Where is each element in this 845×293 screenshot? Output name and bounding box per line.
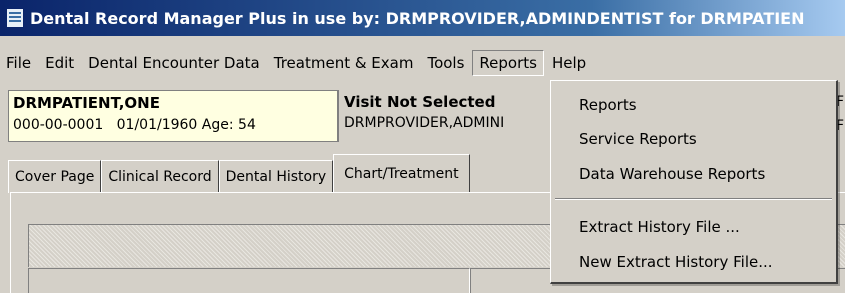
tab-chart-treatment[interactable]: Chart/Treatment: [333, 154, 470, 193]
tab-clinical-record[interactable]: Clinical Record: [101, 160, 219, 193]
menu-reports[interactable]: Reports: [472, 50, 544, 76]
visit-info-panel[interactable]: Visit Not Selected DRMPROVIDER,ADMINI: [344, 93, 504, 131]
patient-age-label: Age:: [201, 117, 234, 133]
menu-file[interactable]: File: [0, 50, 37, 76]
menu-bar: File Edit Dental Encounter Data Treatmen…: [0, 48, 845, 78]
menu-edit[interactable]: Edit: [39, 50, 80, 76]
patient-info-panel[interactable]: DRMPATIENT,ONE 000-00-0001 01/01/1960 Ag…: [8, 90, 338, 142]
menu-help[interactable]: Help: [546, 50, 592, 76]
tab-dental-history[interactable]: Dental History: [218, 160, 334, 193]
visit-status: Visit Not Selected: [344, 93, 496, 111]
patient-details: 000-00-0001 01/01/1960 Age: 54: [13, 117, 256, 133]
patient-dob: 01/01/1960: [116, 117, 198, 133]
menu-dental-encounter-data[interactable]: Dental Encounter Data: [82, 50, 266, 76]
menu-item-service-reports[interactable]: Service Reports: [579, 130, 697, 148]
menu-item-extract-history-file[interactable]: Extract History File ...: [579, 218, 740, 236]
menu-treatment-exam[interactable]: Treatment & Exam: [268, 50, 420, 76]
menu-item-reports[interactable]: Reports: [579, 96, 637, 114]
menu-tools[interactable]: Tools: [421, 50, 470, 76]
reports-dropdown-menu: Reports Service Reports Data Warehouse R…: [550, 80, 838, 284]
patient-ssn: 000-00-0001: [13, 117, 104, 133]
patient-name: DRMPATIENT,ONE: [13, 94, 160, 112]
panel-divider: [338, 90, 339, 142]
window-title: Dental Record Manager Plus in use by: DR…: [30, 8, 805, 28]
menu-item-new-extract-history-file[interactable]: New Extract History File...: [579, 253, 773, 271]
menu-item-data-warehouse-reports[interactable]: Data Warehouse Reports: [579, 165, 765, 183]
app-icon: [6, 8, 24, 28]
patient-age: 54: [238, 117, 256, 133]
chart-pane-left: [28, 268, 470, 293]
tab-cover-page[interactable]: Cover Page: [8, 160, 102, 193]
record-tabs: Cover Page Clinical Record Dental Histor…: [8, 154, 470, 194]
title-bar: Dental Record Manager Plus in use by: DR…: [0, 0, 845, 36]
menu-separator: [555, 198, 832, 200]
visit-provider: DRMPROVIDER,ADMINI: [344, 115, 505, 131]
